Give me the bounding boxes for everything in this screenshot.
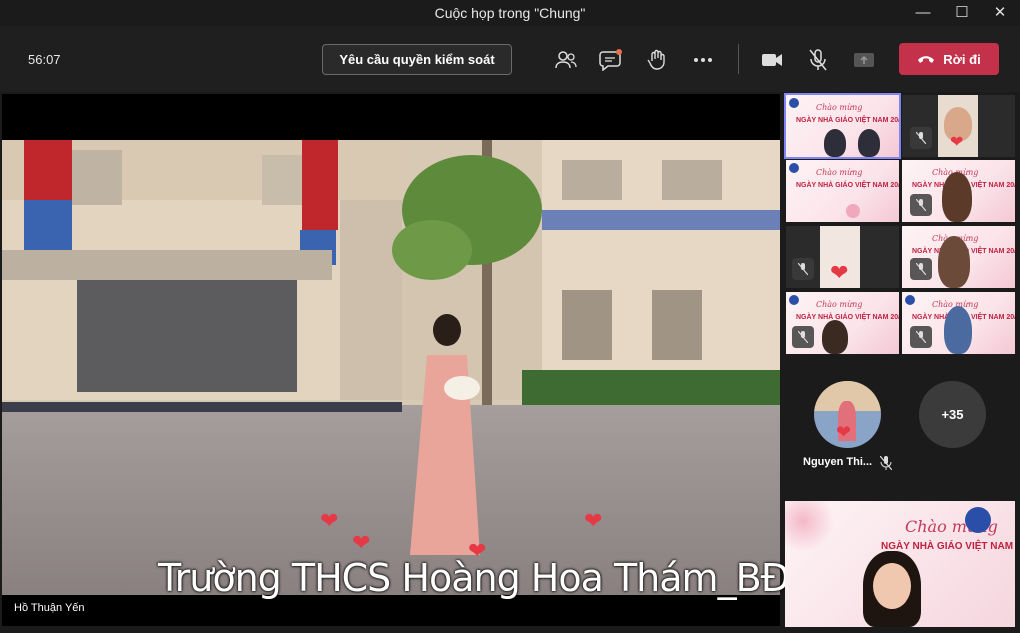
- overflow-participants-button[interactable]: +35: [919, 381, 986, 448]
- heart-reaction-icon: ❤: [836, 422, 852, 442]
- school-logo: [965, 507, 991, 533]
- participant-tile[interactable]: Chào mừng NGÀY NHÀ GIÁO VIỆT NAM 20/11: [902, 226, 1015, 288]
- leave-label: Rời đi: [943, 51, 981, 67]
- self-view-video[interactable]: Chào mừng NGÀY NHÀ GIÁO VIỆT NAM 20/11: [785, 501, 1015, 627]
- greeting-banner: Chào mừng NGÀY NHÀ GIÁO VIỆT NAM 20/11: [786, 160, 899, 222]
- heart-reaction-icon: ❤: [830, 260, 849, 285]
- mic-off-icon: [910, 127, 932, 149]
- participant-tile[interactable]: ❤: [902, 95, 1015, 157]
- title-bar: Cuộc họp trong "Chung" — ☐ ✕: [0, 0, 1020, 26]
- participant-person: [938, 236, 970, 288]
- heart-reaction-icon: ❤: [352, 530, 371, 555]
- heart-reaction-icon: ❤: [950, 134, 964, 151]
- speaker-name: Hồ Thuận Yến: [14, 602, 85, 614]
- request-control-button[interactable]: Yêu cầu quyền kiểm soát: [322, 44, 512, 75]
- mic-off-icon: [792, 326, 814, 348]
- heart-reaction-icon: ❤: [584, 508, 603, 533]
- mic-off-icon: [910, 258, 932, 280]
- mic-off-icon[interactable]: [804, 46, 832, 74]
- participant-tile[interactable]: Chào mừng NGÀY NHÀ GIÁO VIỆT NAM 20/11: [786, 160, 899, 222]
- people-icon[interactable]: [552, 46, 580, 74]
- participant-tile[interactable]: ❤: [786, 226, 899, 288]
- leave-button[interactable]: Rời đi: [899, 43, 999, 75]
- video-scene: [2, 140, 780, 595]
- school-logo: [789, 98, 799, 108]
- maximize-icon[interactable]: ☐: [947, 2, 977, 24]
- participant-avatar[interactable]: ❤: [814, 381, 881, 448]
- flower-decoration: [846, 204, 860, 218]
- meeting-timer: 56:07: [28, 52, 61, 67]
- participant-tile[interactable]: Chào mừng NGÀY NHÀ GIÁO VIỆT NAM 20/11: [786, 292, 899, 354]
- participant-tile[interactable]: Chào mừng NGÀY NHÀ GIÁO VIỆT NAM 20/11: [784, 93, 901, 159]
- mic-off-icon: [792, 258, 814, 280]
- flower-decoration: [785, 501, 845, 551]
- meeting-toolbar: 56:07 Yêu cầu quyền kiểm soát Rời đi: [0, 26, 1020, 92]
- mic-off-icon: [910, 194, 932, 216]
- participant-person: [858, 129, 880, 157]
- close-icon[interactable]: ✕: [985, 2, 1015, 24]
- participant-person: [942, 172, 972, 222]
- chat-icon[interactable]: [597, 46, 625, 74]
- participant-name: Nguyen Thi...: [803, 456, 873, 468]
- window-title: Cuộc họp trong "Chung": [434, 5, 586, 21]
- participant-tile[interactable]: Chào mừng NGÀY NHÀ GIÁO VIỆT NAM 20/11: [902, 292, 1015, 354]
- raise-hand-icon[interactable]: [643, 46, 671, 74]
- participant-person: [944, 306, 972, 354]
- school-logo: [789, 163, 799, 173]
- main-video[interactable]: ❤ ❤ ❤ ❤: [2, 94, 780, 626]
- mic-off-icon: [879, 455, 893, 475]
- minimize-icon[interactable]: —: [908, 2, 938, 24]
- participant-tile[interactable]: Chào mừng NGÀY NHÀ GIÁO VIỆT NAM 20/11: [902, 160, 1015, 222]
- participant-person: [824, 129, 846, 157]
- school-logo: [905, 295, 915, 305]
- video-caption: Trường THCS Hoàng Hoa Thám_BĐ_HN: [158, 556, 863, 600]
- participant-person: [822, 320, 848, 354]
- heart-reaction-icon: ❤: [320, 508, 339, 533]
- phone-hangup-icon: [918, 56, 935, 63]
- toolbar-divider: [738, 44, 739, 74]
- camera-icon[interactable]: [758, 46, 786, 74]
- mic-off-icon: [910, 326, 932, 348]
- share-icon[interactable]: [850, 46, 878, 74]
- school-logo: [789, 295, 799, 305]
- more-icon[interactable]: [689, 46, 717, 74]
